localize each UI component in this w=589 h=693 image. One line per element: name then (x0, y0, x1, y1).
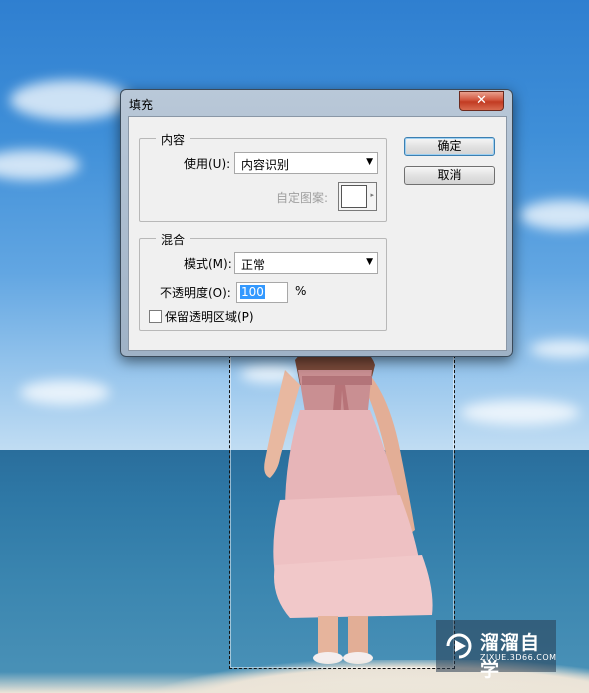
custom-pattern-label: 自定图案: (276, 191, 329, 205)
pattern-swatch (341, 185, 367, 208)
cloud (10, 80, 130, 120)
preserve-transparency-label[interactable]: 保留透明区域(P) (165, 308, 254, 325)
chevron-down-icon: ▼ (366, 157, 373, 167)
cloud (460, 400, 580, 425)
cloud (20, 380, 110, 405)
use-label: 使用(U): (184, 157, 231, 171)
close-icon: ✕ (476, 93, 487, 108)
fill-dialog: 填充 ✕ 内容 使用(U): 内容识别 ▼ 自定图案: ▸ 混合 模式(M): … (120, 89, 513, 357)
mode-label: 模式(M): (184, 257, 232, 271)
watermark: 溜溜自学 ZIXUE.3D66.COM (436, 620, 557, 681)
marquee-selection[interactable] (229, 355, 455, 669)
custom-pattern-picker[interactable]: ▸ (338, 182, 377, 211)
mode-dropdown-value: 正常 (241, 258, 266, 272)
watermark-url: ZIXUE.3D66.COM (480, 653, 557, 662)
dialog-title: 填充 (129, 98, 154, 112)
dialog-body: 内容 使用(U): 内容识别 ▼ 自定图案: ▸ 混合 模式(M): 正常 ▼ … (128, 116, 507, 351)
opacity-value: 100 (240, 285, 265, 299)
opacity-unit: % (295, 284, 307, 298)
preserve-transparency-checkbox[interactable] (149, 310, 162, 323)
blend-group-legend: 混合 (156, 231, 191, 248)
blend-group: 混合 模式(M): 正常 ▼ 不透明度(O): 100 % 保留透明区域(P) (139, 231, 387, 331)
ok-button[interactable]: 确定 (404, 137, 495, 156)
mode-dropdown[interactable]: 正常 ▼ (234, 252, 378, 274)
close-button[interactable]: ✕ (459, 91, 504, 111)
use-dropdown[interactable]: 内容识别 ▼ (234, 152, 378, 174)
cancel-button[interactable]: 取消 (404, 166, 495, 185)
use-dropdown-value: 内容识别 (241, 158, 290, 172)
content-group-legend: 内容 (156, 131, 191, 148)
opacity-label: 不透明度(O): (160, 286, 231, 300)
play-logo-icon (446, 633, 472, 659)
content-group: 内容 使用(U): 内容识别 ▼ 自定图案: ▸ (139, 131, 387, 222)
opacity-input[interactable]: 100 (236, 282, 288, 303)
dialog-titlebar[interactable]: 填充 ✕ (121, 90, 512, 116)
chevron-right-icon: ▸ (370, 191, 374, 199)
chevron-down-icon: ▼ (366, 257, 373, 267)
